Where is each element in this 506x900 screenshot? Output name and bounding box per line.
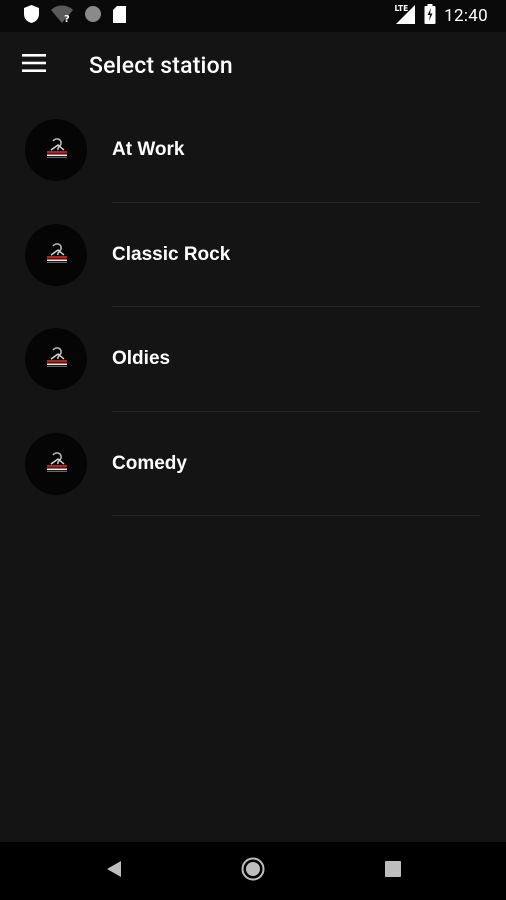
station-item-comedy[interactable]: Comedy [0,412,506,516]
back-button[interactable] [84,842,144,900]
station-logo [25,223,87,286]
divider [112,515,480,516]
app-bar: Select station [0,32,506,98]
home-icon [241,857,265,885]
status-left-icons: ? [23,4,127,28]
wifi-unknown-icon: ? [50,4,74,28]
station-list: At Work Classic Rock Oldies Comedy [0,98,506,516]
station-logo-icon [47,242,67,263]
station-logo [25,328,87,391]
status-bar: ? LTE 12:40 [0,0,506,32]
station-name: Classic Rock [112,243,231,265]
station-logo-icon [47,138,67,159]
recents-button[interactable] [363,842,423,900]
battery-charging-icon [424,4,436,28]
station-name: Comedy [112,452,187,474]
menu-button[interactable] [0,32,70,98]
status-time: 12:40 [444,6,488,26]
station-name: At Work [112,139,185,161]
page-title: Select station [89,51,233,79]
nav-bar [0,842,506,900]
circle-icon [84,5,102,27]
back-icon [106,860,122,882]
station-item-at-work[interactable]: At Work [0,98,506,203]
shield-icon [23,4,40,28]
cellular-signal-icon: LTE [394,3,416,29]
svg-text:?: ? [64,14,70,24]
recents-icon [385,861,401,881]
station-item-classic-rock[interactable]: Classic Rock [0,203,506,307]
station-logo-icon [47,451,67,472]
hamburger-menu-icon [22,54,46,76]
station-name: Oldies [112,348,171,370]
station-logo [25,119,87,182]
station-logo [25,432,87,495]
network-type-label: LTE [395,4,409,13]
station-item-oldies[interactable]: Oldies [0,307,506,412]
status-right-icons: LTE 12:40 [394,3,488,29]
home-button[interactable] [223,842,283,900]
sd-card-icon [112,5,127,28]
station-logo-icon [47,347,67,368]
